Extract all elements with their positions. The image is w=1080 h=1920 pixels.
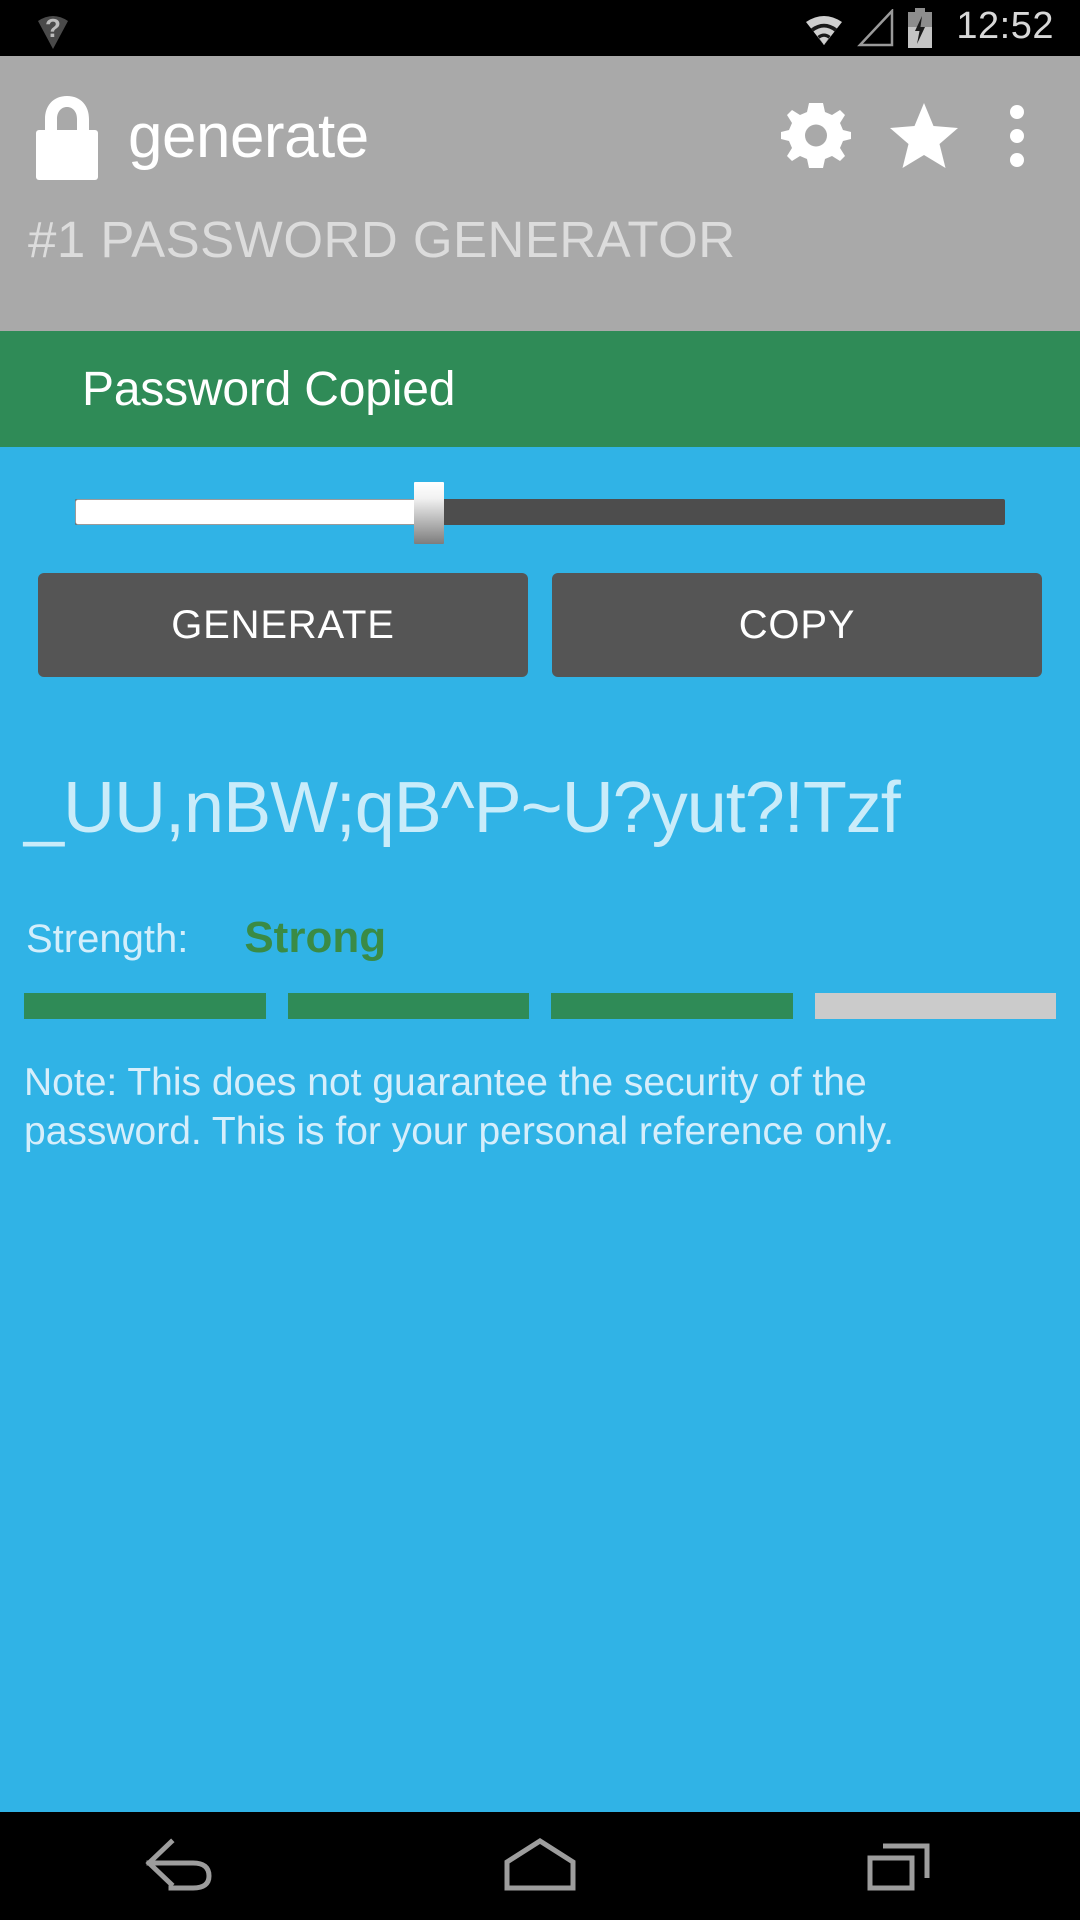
battery-charging-icon [906, 8, 934, 48]
gear-icon [781, 101, 851, 171]
back-arrow-icon [137, 1836, 223, 1896]
back-button[interactable] [70, 1812, 290, 1920]
cell-signal-icon [856, 9, 896, 47]
recents-icon [865, 1836, 935, 1896]
more-vertical-icon [1009, 104, 1025, 168]
settings-button[interactable] [762, 76, 870, 196]
app-screen: ? 12:52 generate #1 PASSWORD GENERATOR P… [0, 0, 1080, 1920]
page-title: generate [128, 101, 369, 171]
strength-bar-4 [814, 993, 1056, 1019]
status-bar: ? 12:52 [0, 0, 1080, 56]
home-button[interactable] [430, 1812, 650, 1920]
wifi-icon [802, 9, 846, 47]
strength-bars [0, 963, 1080, 1019]
status-bar-left: ? [0, 7, 70, 49]
copy-button[interactable]: COPY [552, 573, 1042, 677]
favorite-button[interactable] [870, 76, 978, 196]
status-bar-clock: 12:52 [956, 5, 1054, 47]
generate-button-label: GENERATE [171, 602, 395, 647]
strength-bar-1 [24, 993, 266, 1019]
action-bar: generate #1 PASSWORD GENERATOR [0, 56, 1080, 331]
navigation-bar [0, 1812, 1080, 1920]
status-banner-text: Password Copied [82, 362, 456, 416]
action-bar-row: generate [0, 56, 1080, 216]
action-bar-actions [762, 76, 1056, 196]
lock-icon [28, 90, 106, 182]
star-icon [887, 101, 961, 171]
generated-password-text[interactable]: _UU,nBW;qB^P~U?yut?!Tzf [0, 677, 1080, 849]
overflow-menu-button[interactable] [978, 76, 1056, 196]
status-bar-right: 12:52 [802, 5, 1080, 51]
disclaimer-note: Note: This does not guarantee the securi… [24, 1061, 894, 1153]
strength-value: Strong [244, 913, 387, 962]
page-subtitle: #1 PASSWORD GENERATOR [28, 211, 736, 268]
strength-label: Strength: [26, 917, 189, 961]
strength-bar-2 [287, 993, 529, 1019]
action-button-row: GENERATE COPY [38, 573, 1042, 677]
recents-button[interactable] [790, 1812, 1010, 1920]
password-length-slider[interactable] [75, 482, 1005, 544]
slider-thumb[interactable] [414, 482, 445, 544]
strength-bar-3 [551, 993, 793, 1019]
generate-button[interactable]: GENERATE [38, 573, 528, 677]
status-banner: Password Copied [0, 331, 1080, 447]
copy-button-label: COPY [738, 602, 856, 647]
slider-fill [75, 499, 429, 525]
wifi-question-icon: ? [36, 7, 70, 49]
strength-row: Strength: Strong [0, 849, 1080, 963]
main-content: GENERATE COPY _UU,nBW;qB^P~U?yut?!Tzf St… [0, 447, 1080, 1812]
svg-text:?: ? [45, 13, 61, 43]
home-icon [501, 1836, 579, 1896]
